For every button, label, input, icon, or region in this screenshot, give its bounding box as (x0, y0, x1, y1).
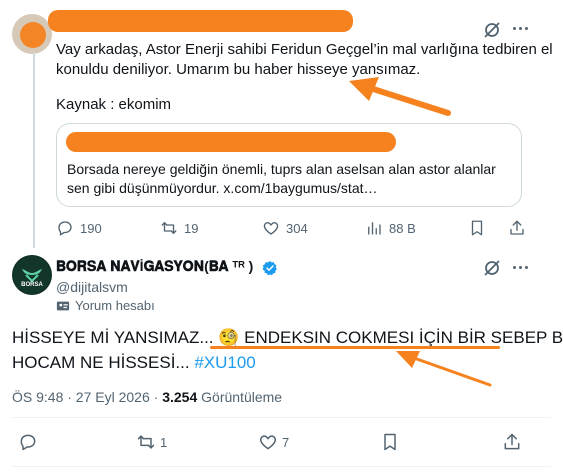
share-button[interactable] (508, 219, 526, 237)
account-label-text: Yorum hesabı (75, 298, 155, 313)
view-label: Görüntüleme (197, 389, 283, 405)
main-share-button[interactable] (502, 432, 522, 452)
reply-button[interactable]: 190 (56, 219, 102, 237)
view-count: 3.254 (162, 389, 198, 405)
main-text-underlined: ENDEKSIN COKMESI İÇİN BİR SEBEP BU (239, 328, 563, 347)
heart-icon (263, 222, 279, 235)
main-retweet-button[interactable]: 1 (136, 432, 167, 452)
main-handle[interactable]: @dijitalsvm (56, 277, 128, 297)
timestamp-line: ÖS 9:48 · 27 Eyl 2026 · 3.254 Görüntülem… (12, 389, 282, 405)
top-tweet-text-line1: Vay arkadaş, Astor Enerji sahibi Feridun… (56, 41, 553, 58)
share-icon (510, 220, 524, 235)
bookmark-icon (471, 220, 483, 236)
more-options-icon-main[interactable] (508, 257, 532, 277)
verified-badge-icon (262, 261, 277, 276)
hashtag-link[interactable]: #XU100 (194, 353, 255, 372)
retweet-icon (161, 222, 177, 234)
redacted-quote-author (66, 132, 396, 152)
redacted-author-name (48, 10, 353, 32)
account-card-icon (56, 301, 70, 310)
main-retweet-count: 1 (160, 434, 168, 450)
main-text-line2: HOCAM NE HİSSESİ... (12, 353, 195, 372)
divider-top (12, 417, 551, 418)
heart-icon (259, 435, 277, 450)
main-bookmark-button[interactable] (380, 432, 400, 452)
annotation-arrow-top (349, 77, 451, 116)
monocle-emoji: 🧐 (218, 328, 240, 347)
main-text-part1: HİSSEYE Mİ YANSIMAZ... (12, 328, 219, 347)
annotation-arrow-main (396, 351, 492, 387)
quote-text-line1: Borsada nereye geldiğin önemli, tuprs al… (67, 161, 496, 177)
more-options-icon[interactable] (508, 18, 532, 38)
retweet-button[interactable]: 19 (160, 219, 198, 237)
main-tweet-text-line2: HOCAM NE HİSSESİ... #XU100 (12, 351, 256, 375)
retweet-count: 19 (184, 220, 199, 236)
like-button[interactable]: 304 (262, 219, 308, 237)
bull-logo-icon (13, 256, 51, 294)
reply-icon (20, 434, 36, 451)
share-icon (504, 433, 520, 450)
bookmark-icon (384, 433, 396, 451)
views-icon (368, 222, 381, 235)
top-tweet-source: Kaynak : ekomim (56, 96, 172, 113)
like-count: 304 (286, 220, 308, 236)
reply-icon (58, 221, 72, 236)
main-display-name[interactable]: 𝐁𝐎𝐑𝐒𝐀 𝐍𝐀𝐕İ𝐆𝐀𝐒𝐘𝐎𝐍(𝐁𝐀 ᵀᴿ ) (56, 258, 253, 275)
main-like-count: 7 (282, 434, 290, 450)
retweet-icon (137, 435, 155, 449)
main-avatar[interactable]: BORSA (12, 255, 52, 295)
timestamp[interactable]: ÖS 9:48 · 27 Eyl 2026 · (12, 389, 162, 405)
views-button[interactable]: 88 B (365, 219, 416, 237)
account-label: Yorum hesabı (56, 298, 155, 313)
grok-icon-main[interactable] (482, 258, 502, 283)
main-like-button[interactable]: 7 (258, 432, 289, 452)
thread-line (33, 52, 35, 248)
reply-count: 190 (80, 220, 102, 236)
main-reply-button[interactable] (18, 432, 38, 452)
views-count: 88 B (389, 220, 416, 236)
avatar-label: BORSA (21, 282, 43, 288)
quote-text-line2: sen gibi düşünmüyordur. x.com/1baygumus/… (67, 180, 378, 196)
divider-bottom (12, 466, 551, 467)
top-tweet-avatar[interactable] (12, 14, 52, 54)
bookmark-button[interactable] (468, 219, 486, 237)
